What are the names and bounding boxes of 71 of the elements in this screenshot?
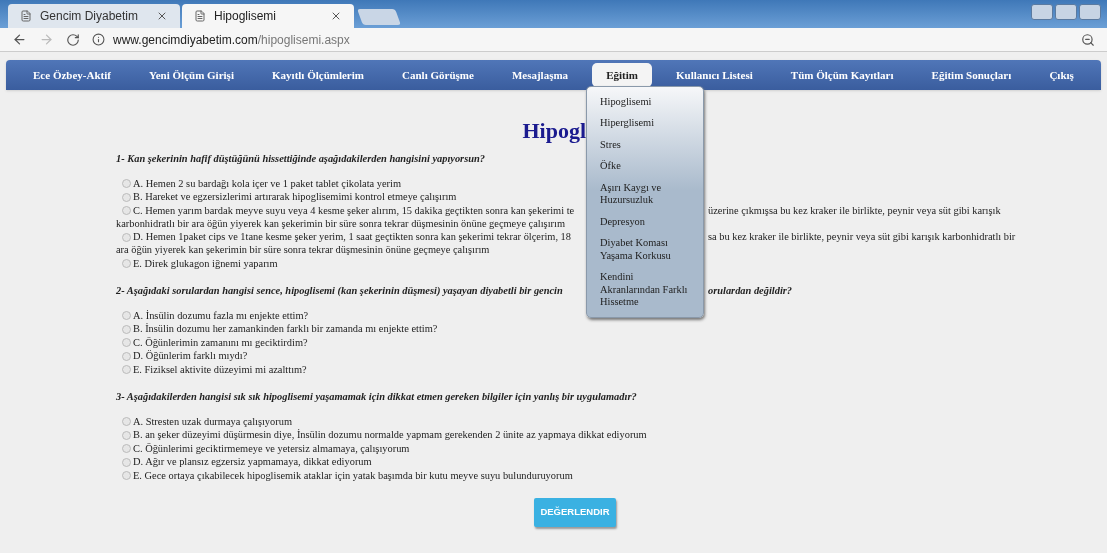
radio-button[interactable]	[122, 206, 131, 215]
zoom-icon[interactable]	[1081, 32, 1095, 47]
back-icon[interactable]	[12, 32, 27, 47]
option-text: ara öğün yiyerek kan şekerimin bir süre sonra tekrar düşmesinin önüne geçmeye çalışırım	[116, 243, 490, 258]
option-text: A. Hemen 2 su bardağı kola içer ve 1 paket tablet çikolata yerim	[133, 176, 402, 191]
question-text: 2- Aşağıdaki sorulardan hangisi sence, hipoglisemi (kan şekerinin düşmesi) yaşayan diyabetli bir gencin	[116, 283, 563, 298]
radio-button[interactable]	[122, 259, 131, 268]
option-text: sa bu kez kraker ile birlikte, peynir veya süt gibi karışık karbonhidratlı bir	[708, 230, 1016, 245]
nav-item[interactable]: Kayıtlı Ölçümlerim	[258, 62, 378, 88]
dropdown-item[interactable]: Kendini Akranlarından Farklı Hissetme	[600, 266, 690, 313]
option-text: B. Hareket ve egzersizlerimi artırarak hipoglisemimi kontrol etmeye çalışırım	[133, 190, 457, 205]
reload-icon[interactable]	[66, 32, 80, 47]
dropdown-item[interactable]: Diyabet Koması Yaşama Korkusu	[600, 232, 690, 267]
browser-tab[interactable]: Gencim Diyabetim	[8, 4, 180, 28]
close-icon[interactable]	[330, 10, 342, 22]
option-text: üzerine çıkmışsa bu kez kraker ile birlikte, peynir veya süt gibi karışık	[708, 203, 1001, 218]
radio-button[interactable]	[122, 444, 131, 453]
radio-button[interactable]	[122, 179, 131, 188]
dropdown-item[interactable]: Stres	[600, 134, 690, 156]
maximize-button[interactable]	[1079, 4, 1101, 20]
dropdown-item[interactable]: Hipoglisemi	[600, 91, 690, 113]
nav-item[interactable]: Tüm Ölçüm Kayıtları	[776, 62, 908, 88]
nav-item[interactable]: Çıkış	[1035, 62, 1088, 88]
option-text: karbonhidratlı bir ara öğün yiyerek kan şekerimin bir süre sonra tekrar düşmesinin önüne geçmeye çalışırım	[116, 216, 565, 231]
question-text: 1- Kan şekerinin hafif düştüğünü hissettiğinde aşağıdakilerden hangisini yapıyorsun?	[116, 151, 485, 166]
nav-item[interactable]: Mesajlaşma	[497, 62, 583, 88]
option-text: D. Öğünlerim farklı mıydı?	[133, 349, 248, 364]
option-text: E. Gece ortaya çıkabilecek hipoglisemik ataklar için yatak başımda bir kutu meyve suyu bulunduruyorum	[133, 468, 573, 483]
question-text: 3- Aşağıdakilerden hangisi sık sık hipoglisemi yaşamamak için dikkat etmen gereken bilgiler için yanlış bir uygulamadır?	[116, 389, 637, 404]
browser-tab[interactable]: Hipoglisemi	[182, 4, 354, 28]
radio-button[interactable]	[122, 430, 131, 440]
option-text: C. Hemen yarım bardak meyve suyu veya 4 kesme şeker alırım, 15 dakika geçtikten sonra kan şekerimi te	[133, 203, 575, 218]
dropdown-item[interactable]: Aşırı Kaygı ve Huzursuzluk	[600, 177, 690, 211]
option-text: A. Stresten uzak durmaya çalışıyorum	[133, 414, 292, 429]
nav-item[interactable]: Kullanıcı Listesi	[662, 62, 767, 88]
option-text: D. Hemen 1paket cips ve 1tane kesme şeker yerim, 1 saat geçtikten sonra kan şekerimi tekrar ölçerim, 18	[133, 230, 571, 245]
nav-item[interactable]: Eğitim Sonuçları	[917, 62, 1026, 88]
radio-button[interactable]	[122, 324, 131, 334]
option-text: C. Öğünlerimin zamanını mı geciktirdim?	[133, 335, 308, 350]
nav-item[interactable]: Ece Özbey-Aktif	[19, 62, 125, 88]
forward-icon[interactable]	[39, 32, 54, 47]
option-text: E. Fiziksel aktivite düzeyimi mi azalttım?	[133, 362, 307, 377]
dropdown-item[interactable]: Depresyon	[600, 211, 690, 233]
radio-button[interactable]	[122, 471, 131, 480]
new-tab-button[interactable]	[357, 9, 401, 25]
dropdown-item[interactable]: Hiperglisemi	[600, 112, 690, 134]
option-text: A. İnsülin dozumu fazla mı enjekte ettim?	[133, 308, 309, 323]
option-text: D. Ağır ve plansız egzersiz yapmamaya, dikkat ediyorum	[133, 455, 372, 470]
radio-button[interactable]	[122, 417, 131, 426]
option-text: E. Direk glukagon iğnemi yaparım	[133, 256, 278, 271]
radio-button[interactable]	[122, 232, 131, 242]
page-icon	[194, 10, 206, 22]
nav-item[interactable]: Yeni Ölçüm Girişi	[135, 62, 248, 88]
info-icon[interactable]	[92, 33, 105, 46]
radio-button[interactable]	[122, 311, 131, 320]
radio-button[interactable]	[122, 365, 131, 374]
nav-item[interactable]: Canlı Görüşme	[388, 62, 488, 88]
radio-button[interactable]	[122, 351, 131, 361]
option-text: C. Öğünlerimi geciktirmemeye ve yetersiz almamaya, çalışıyorum	[133, 441, 410, 456]
nav-item[interactable]: Eğitim	[592, 62, 652, 88]
page-heading: Hipogl	[522, 118, 586, 143]
radio-button[interactable]	[122, 192, 131, 202]
minimize-button[interactable]	[1055, 4, 1077, 20]
question-text: orulardan değildir?	[708, 283, 792, 298]
page-icon	[20, 10, 32, 22]
close-icon[interactable]	[156, 10, 168, 22]
radio-button[interactable]	[122, 457, 131, 467]
radio-button[interactable]	[122, 338, 131, 347]
option-text: B. an şeker düzeyimi düşürmesin diye, İnsülin dozumu normalde yapmam gerekenden 2 ünite az yapmaya dikkat ediyorum	[133, 428, 647, 443]
dropdown-item[interactable]: Öfke	[600, 155, 690, 177]
option-text: B. İnsülin dozumu her zamankinden farklı bir zamanda mı enjekte ettim?	[133, 322, 438, 337]
